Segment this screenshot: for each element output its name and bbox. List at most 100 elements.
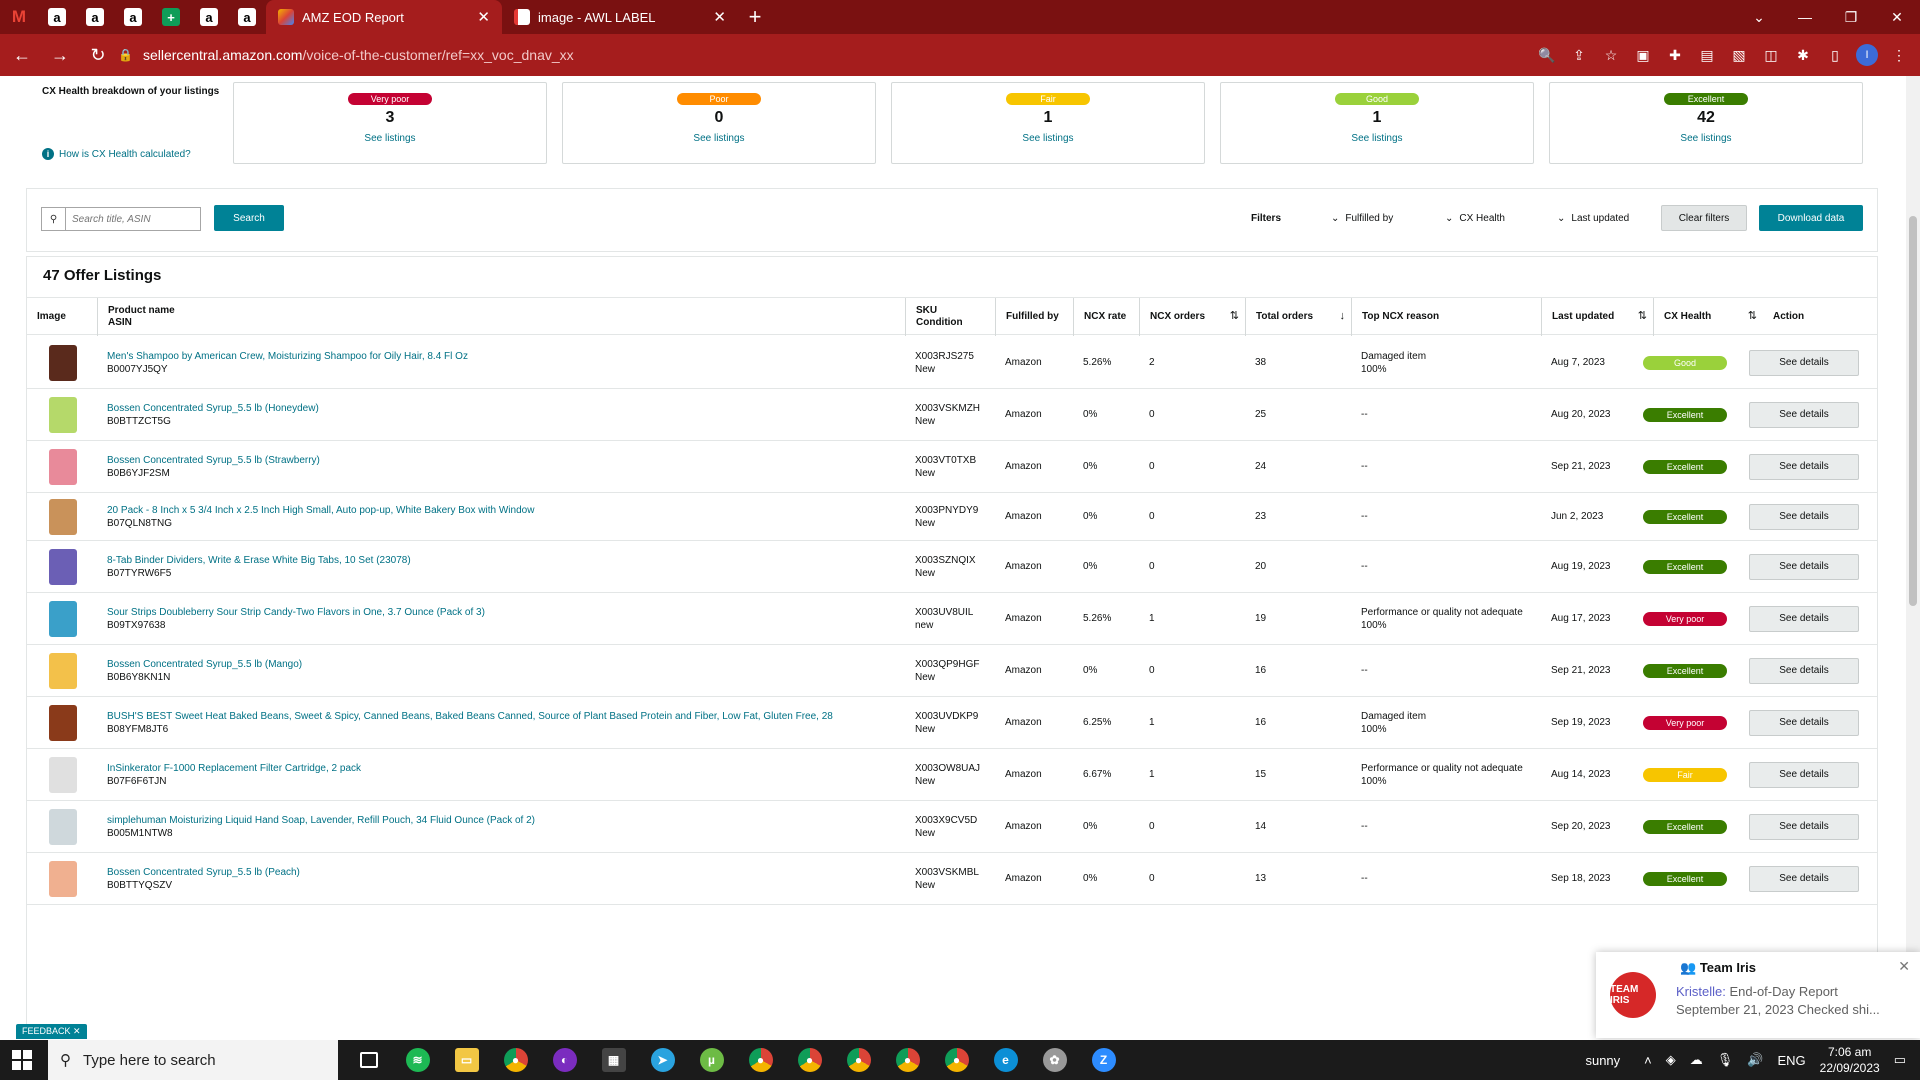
cloud-icon[interactable]: ☁	[1690, 1052, 1703, 1068]
chevron-up-icon[interactable]: ˄	[1644, 1053, 1652, 1068]
address-bar[interactable]: 🔒 sellercentral.amazon.com/voice-of-the-…	[108, 40, 1588, 70]
search-input[interactable]	[66, 213, 196, 225]
close-icon[interactable]: ✕	[713, 8, 726, 26]
minimize-icon[interactable]: —	[1782, 0, 1828, 34]
see-details-button[interactable]: See details	[1749, 813, 1859, 840]
language-indicator[interactable]: ENG	[1777, 1053, 1805, 1068]
dropdown-fulfilled-by[interactable]: ⌄ Fulfilled by	[1331, 213, 1393, 224]
extension-icon[interactable]: ✚	[1664, 44, 1686, 66]
pinned-tab-amazon[interactable]: a	[190, 0, 228, 34]
mic-icon[interactable]: 🎙	[1717, 1052, 1734, 1068]
product-name-link[interactable]: Bossen Concentrated Syrup_5.5 lb (Mango)	[107, 658, 897, 671]
product-name-link[interactable]: Men's Shampoo by American Crew, Moisturi…	[107, 350, 897, 363]
see-details-button[interactable]: See details	[1749, 503, 1859, 530]
tab-amz-eod-report[interactable]: AMZ EOD Report ✕	[266, 0, 502, 34]
see-details-button[interactable]: See details	[1749, 605, 1859, 632]
close-icon[interactable]: ✕	[1898, 958, 1910, 975]
file-explorer-icon[interactable]: ▭	[442, 1040, 491, 1080]
product-name-link[interactable]: Sour Strips Doubleberry Sour Strip Candy…	[107, 606, 897, 619]
calculator-icon[interactable]: ▦	[589, 1040, 638, 1080]
product-image[interactable]	[41, 597, 85, 641]
sort-icon[interactable]: ⇅	[1748, 310, 1757, 322]
notification-icon[interactable]: ▭	[1894, 1052, 1906, 1068]
weather-text[interactable]: sunny	[1585, 1053, 1620, 1068]
sort-icon[interactable]: ⇅	[1638, 310, 1647, 322]
see-details-button[interactable]: See details	[1749, 761, 1859, 788]
network-icon[interactable]: ◈	[1666, 1052, 1676, 1068]
chrome-profile-icon[interactable]: ●	[736, 1040, 785, 1080]
product-image[interactable]	[41, 649, 85, 693]
product-image[interactable]	[41, 701, 85, 745]
product-image[interactable]	[41, 545, 85, 589]
see-details-button[interactable]: See details	[1749, 453, 1859, 480]
dropdown-last-updated[interactable]: ⌄ Last updated	[1557, 213, 1629, 224]
app-icon[interactable]: ◐	[540, 1040, 589, 1080]
product-image[interactable]	[41, 495, 85, 539]
product-name-link[interactable]: Bossen Concentrated Syrup_5.5 lb (Honeyd…	[107, 402, 897, 415]
extension-icon[interactable]: ▣	[1632, 44, 1654, 66]
product-name-link[interactable]: InSinkerator F-1000 Replacement Filter C…	[107, 762, 897, 775]
restore-icon[interactable]: ❐	[1828, 0, 1874, 34]
chrome-profile-icon[interactable]: ●	[932, 1040, 981, 1080]
task-view-icon[interactable]	[344, 1040, 393, 1080]
back-icon[interactable]: ←	[6, 45, 38, 66]
system-clock[interactable]: 7:06 am 22/09/2023	[1820, 1044, 1880, 1076]
see-details-button[interactable]: See details	[1749, 709, 1859, 736]
pinned-tab-amazon[interactable]: a	[228, 0, 266, 34]
close-icon[interactable]: ✕	[1874, 0, 1920, 34]
share-icon[interactable]: ⇪	[1568, 44, 1590, 66]
product-name-link[interactable]: 20 Pack - 8 Inch x 5 3/4 Inch x 2.5 Inch…	[107, 504, 897, 517]
pinned-tab-sheets[interactable]: +	[152, 0, 190, 34]
chrome-profile-icon[interactable]: ●	[785, 1040, 834, 1080]
sort-down-icon[interactable]: ↓	[1340, 310, 1346, 322]
see-details-button[interactable]: See details	[1749, 865, 1859, 892]
windows-start-icon[interactable]	[12, 1050, 32, 1070]
new-tab-button[interactable]: +	[738, 4, 772, 30]
search-button[interactable]: Search	[214, 205, 284, 231]
feedback-button[interactable]: FEEDBACK ✕	[16, 1024, 87, 1039]
profile-avatar[interactable]: I	[1856, 44, 1878, 66]
product-name-link[interactable]: Bossen Concentrated Syrup_5.5 lb (Peach)	[107, 866, 897, 879]
close-icon[interactable]: ✕	[477, 8, 490, 26]
scrollbar-thumb[interactable]	[1909, 216, 1917, 606]
app-icon[interactable]: ✿	[1030, 1040, 1079, 1080]
see-listings-link[interactable]: See listings	[892, 133, 1204, 144]
product-image[interactable]	[41, 805, 85, 849]
zoom-icon[interactable]: 🔍	[1536, 44, 1558, 66]
see-listings-link[interactable]: See listings	[1221, 133, 1533, 144]
chrome-profile-icon[interactable]: ●	[834, 1040, 883, 1080]
page-scrollbar[interactable]	[1906, 76, 1920, 1038]
forward-icon[interactable]: →	[44, 45, 76, 66]
pinned-tab-amazon[interactable]: a	[38, 0, 76, 34]
download-data-button[interactable]: Download data	[1759, 205, 1863, 231]
chrome-profile-icon[interactable]: ●	[883, 1040, 932, 1080]
cx-help-link[interactable]: i How is CX Health calculated?	[42, 148, 191, 160]
see-listings-link[interactable]: See listings	[563, 133, 875, 144]
col-ncx-orders[interactable]: NCX orders ⇅	[1139, 298, 1245, 336]
extension-icon[interactable]: ◫	[1760, 44, 1782, 66]
utorrent-icon[interactable]: µ	[687, 1040, 736, 1080]
more-icon[interactable]: ⋮	[1888, 44, 1910, 66]
extension-icon[interactable]: ▤	[1696, 44, 1718, 66]
see-listings-link[interactable]: See listings	[234, 133, 546, 144]
see-details-button[interactable]: See details	[1749, 401, 1859, 428]
volume-icon[interactable]: 🔊	[1747, 1052, 1763, 1068]
zoom-app-icon[interactable]: Z	[1079, 1040, 1128, 1080]
see-listings-link[interactable]: See listings	[1550, 133, 1862, 144]
see-details-button[interactable]: See details	[1749, 657, 1859, 684]
see-details-button[interactable]: See details	[1749, 553, 1859, 580]
taskbar-search[interactable]: ⚲ Type here to search	[48, 1040, 338, 1080]
star-icon[interactable]: ☆	[1600, 44, 1622, 66]
puzzle-icon[interactable]: ✱	[1792, 44, 1814, 66]
edge-icon[interactable]: e	[981, 1040, 1030, 1080]
side-panel-icon[interactable]: ▯	[1824, 44, 1846, 66]
sort-icon[interactable]: ⇅	[1230, 310, 1239, 322]
product-name-link[interactable]: Bossen Concentrated Syrup_5.5 lb (Strawb…	[107, 454, 897, 467]
chevron-down-icon[interactable]: ⌄	[1736, 0, 1782, 34]
col-last-updated[interactable]: Last updated ⇅	[1541, 298, 1653, 336]
chrome-icon[interactable]: ●	[491, 1040, 540, 1080]
product-image[interactable]	[41, 445, 85, 489]
clear-filters-button[interactable]: Clear filters	[1661, 205, 1747, 231]
product-name-link[interactable]: 8-Tab Binder Dividers, Write & Erase Whi…	[107, 554, 897, 567]
tab-image-awl-label[interactable]: image - AWL LABEL ✕	[502, 0, 738, 34]
